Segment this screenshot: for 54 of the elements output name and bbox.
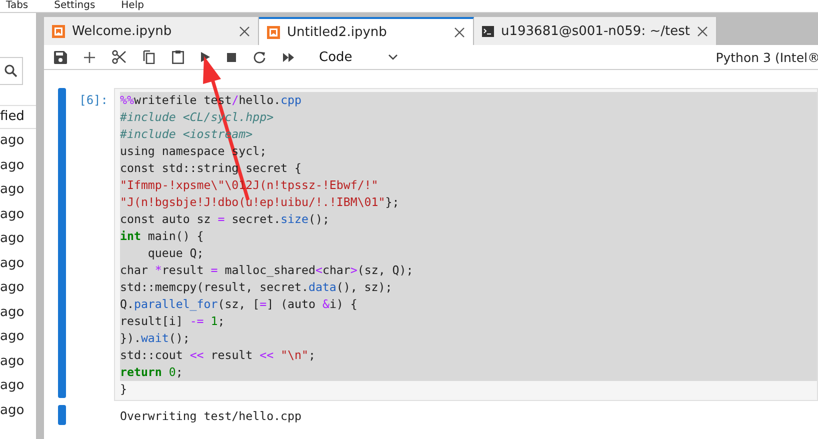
document-tab[interactable]: Welcome.ipynb	[44, 17, 259, 45]
code-line: "J(n!bgsbje!J!dbo(u!ep!uibu/!.!IBM\01"};	[120, 194, 400, 211]
modified-time: ago	[0, 352, 26, 370]
cut-icon[interactable]	[112, 50, 126, 64]
code-line: const std::string secret {	[120, 160, 302, 177]
notebook-icon	[52, 24, 65, 38]
document-tab[interactable]: u193681@s001-n059: ~/test	[474, 17, 717, 45]
stop-icon[interactable]	[227, 52, 236, 62]
code-line: std::memcpy(result, secret.data(), sz);	[120, 279, 394, 296]
close-icon[interactable]	[696, 26, 708, 36]
code-line: queue Q;	[146, 245, 205, 262]
modified-time: ago	[0, 304, 26, 322]
cell-type-dropdown[interactable]: Code	[311, 50, 398, 64]
modified-time: ago	[0, 206, 26, 224]
caret-icon	[388, 54, 398, 60]
close-icon[interactable]	[454, 26, 465, 38]
code-line: }).wait();	[120, 330, 191, 347]
execution-count: [6]:	[78, 92, 109, 109]
code-line: std::cout << result << "\n";	[120, 347, 316, 364]
menu-item[interactable]: Settings	[54, 0, 96, 12]
add-icon[interactable]	[84, 52, 95, 62]
code-line: int main() {	[120, 228, 205, 245]
paste-icon[interactable]	[172, 50, 184, 64]
cell-output: Overwriting test/hello.cpp	[119, 408, 302, 425]
modified-time: ago	[0, 156, 26, 174]
kernel-name[interactable]: Python 3 (Intel®	[716, 50, 818, 64]
cell-collapser-bar[interactable]	[58, 88, 66, 398]
modified-time: ago	[0, 132, 26, 150]
copy-icon[interactable]	[143, 50, 155, 64]
modified-time: ago	[0, 328, 26, 346]
document-tab[interactable]: Untitled2.ipynb	[259, 17, 474, 45]
menu-item[interactable]: Help	[121, 0, 144, 12]
menu-item[interactable]: Tabs	[6, 0, 28, 12]
code-line: result[i] -= 1;	[120, 313, 226, 330]
modified-time: ago	[0, 254, 26, 272]
code-line: return 0;	[120, 364, 184, 381]
terminal-icon	[482, 26, 494, 36]
modified-time: ago	[0, 402, 26, 420]
save-icon[interactable]	[54, 50, 67, 64]
restart-icon[interactable]	[253, 50, 266, 64]
fast-forward-icon[interactable]	[283, 52, 294, 62]
modified-time: ago	[0, 377, 26, 395]
code-line: char *result = malloc_shared<char>(sz, Q);	[120, 262, 414, 279]
modified-time: ago	[0, 181, 26, 199]
code-editor[interactable]	[114, 88, 818, 401]
modified-time: ago	[0, 279, 26, 297]
notebook-icon	[267, 26, 280, 38]
code-line: }	[120, 381, 128, 398]
search-icon	[4, 64, 18, 78]
code-line: Q.parallel_for(sz, [=] (auto &i) {	[120, 296, 358, 313]
search-button[interactable]	[0, 57, 23, 85]
close-icon[interactable]	[239, 26, 250, 36]
modified-time: ago	[0, 230, 26, 248]
code-line: const auto sz = secret.size();	[120, 211, 330, 228]
